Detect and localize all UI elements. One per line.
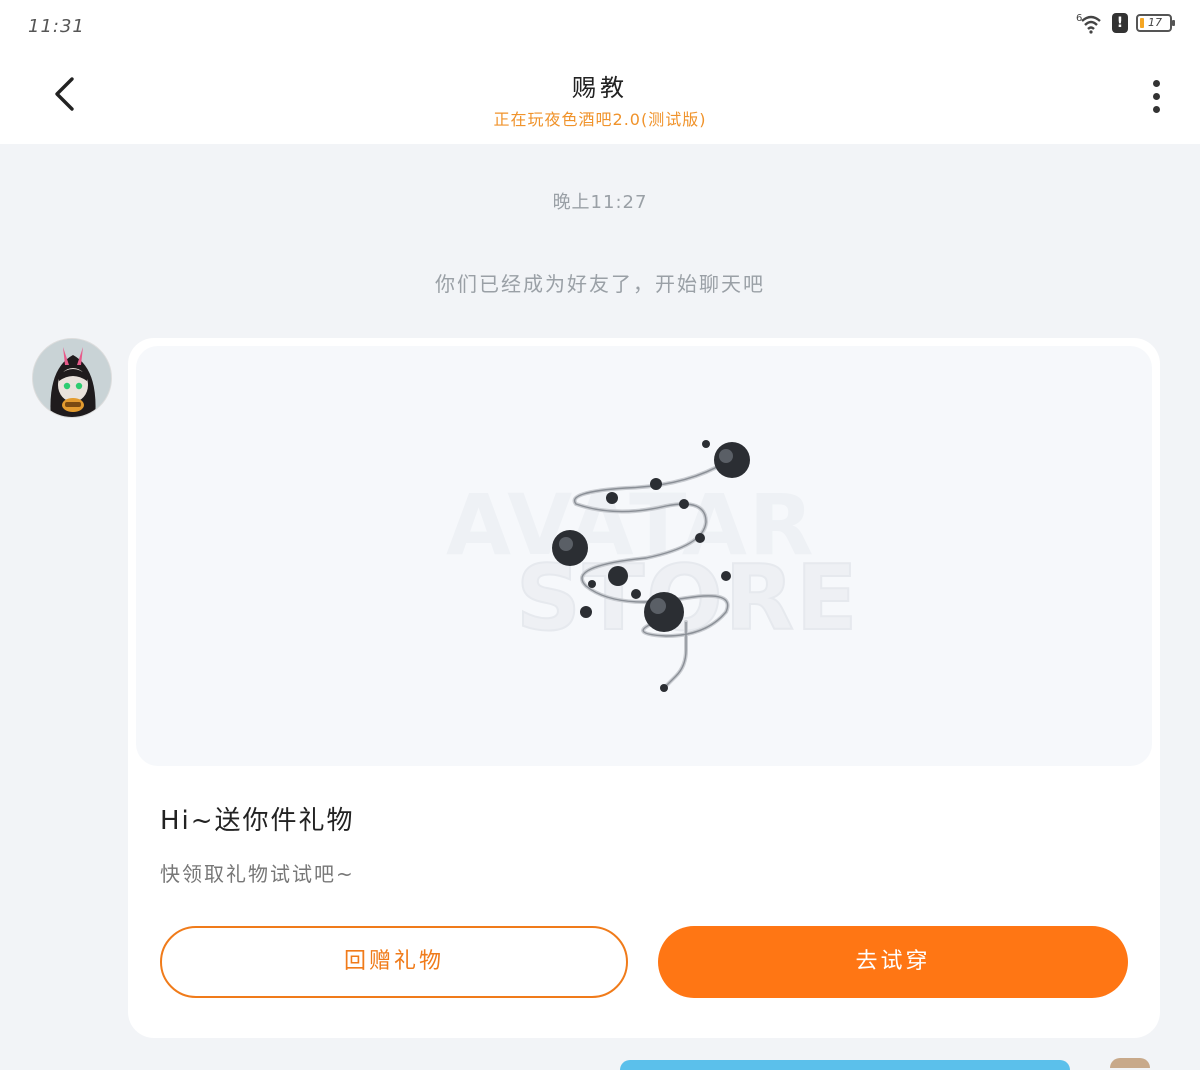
- gift-description: 快领取礼物试试吧~: [160, 862, 355, 886]
- return-gift-button[interactable]: 回赠礼物: [160, 926, 628, 998]
- more-vertical-icon-dot: [1152, 105, 1160, 113]
- more-vertical-icon-dot: [1152, 92, 1160, 100]
- playing-status: 正在玩夜色酒吧2.0(测试版): [493, 110, 707, 129]
- spiral-rose-accessory-icon: [552, 440, 750, 692]
- status-time: 11:31: [28, 16, 85, 37]
- battery-fill: [1140, 18, 1144, 28]
- gift-image[interactable]: AVATAR STORE: [136, 346, 1152, 766]
- friend-added-note: 你们已经成为好友了，开始聊天吧: [435, 272, 765, 296]
- avatar[interactable]: [32, 338, 112, 418]
- gift-title: Hi~送你件礼物: [160, 806, 355, 836]
- battery-icon: 17: [1136, 14, 1175, 32]
- alert-icon: !: [1112, 13, 1128, 33]
- battery-level: 17: [1148, 16, 1162, 29]
- next-message-avatar[interactable]: [1110, 1058, 1150, 1068]
- wifi-icon: 6: [1076, 12, 1104, 34]
- next-message-bubble[interactable]: [620, 1060, 1070, 1070]
- more-vertical-icon-dot: [1152, 79, 1160, 87]
- chat-header: 赐教 正在玩夜色酒吧2.0(测试版): [0, 52, 1200, 144]
- try-on-button[interactable]: 去试穿: [658, 926, 1128, 998]
- message-timestamp: 晚上11:27: [552, 192, 648, 213]
- status-icons: 6 ! 17: [1076, 12, 1175, 34]
- gift-message-card: AVATAR STORE Hi~送你件礼物 快领取礼物试试吧~ 回赠礼物 去试穿: [128, 338, 1160, 1038]
- more-options-button[interactable]: [1142, 74, 1170, 118]
- status-bar: 11:31 6 ! 17: [0, 0, 1200, 52]
- signal-label: 6: [1076, 13, 1082, 24]
- contact-name: 赐教: [572, 74, 628, 102]
